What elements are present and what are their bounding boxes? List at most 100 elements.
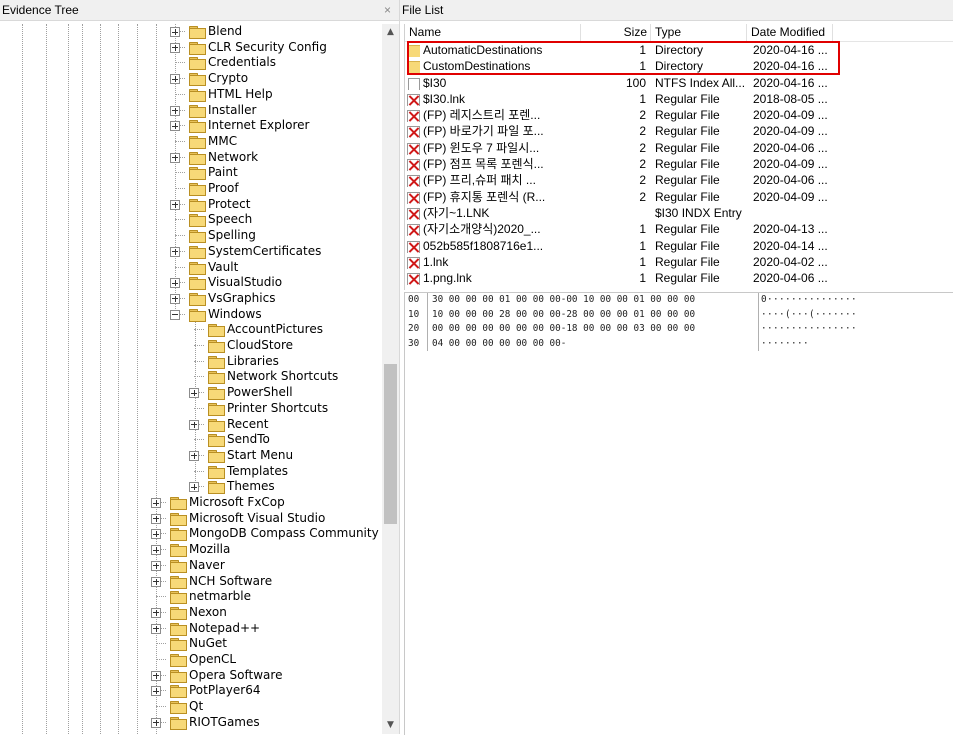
tree-node[interactable]: CLR Security Config	[0, 40, 380, 56]
expand-icon[interactable]	[151, 670, 161, 681]
expand-icon[interactable]	[189, 419, 199, 430]
file-row[interactable]: AutomaticDestinations 1 Directory 2020-04-1…	[405, 42, 953, 58]
tree-node[interactable]: Opera Software	[0, 668, 380, 684]
tree-node[interactable]: Themes	[0, 479, 380, 495]
expand-icon[interactable]	[151, 560, 161, 571]
expand-icon[interactable]	[170, 42, 180, 53]
file-row[interactable]: CustomDestinations 1 Directory 2020-04-16 .…	[405, 58, 953, 74]
file-row[interactable]: (FP) 레지스트리 포렌... 2 Regular File 2020-04-09 …	[405, 107, 953, 123]
file-row[interactable]: $I30.lnk 1 Regular File 2018-08-05 ...	[405, 91, 953, 107]
tree-node[interactable]: VisualStudio	[0, 275, 380, 291]
tree-node[interactable]: Qt	[0, 699, 380, 715]
tree-node[interactable]: Libraries	[0, 354, 380, 370]
expand-icon[interactable]	[151, 607, 161, 618]
tree-node[interactable]: CloudStore	[0, 338, 380, 354]
file-type: Regular File	[655, 108, 720, 123]
evidence-tree-pane: Evidence Tree × Blend CLR Security Config…	[0, 0, 400, 734]
tree-node[interactable]: VsGraphics	[0, 291, 380, 307]
tree-node[interactable]: Proof	[0, 181, 380, 197]
expand-icon[interactable]	[189, 450, 199, 461]
expand-icon[interactable]	[170, 121, 180, 132]
tree-node[interactable]: MongoDB Compass Community	[0, 526, 380, 542]
expand-icon[interactable]	[151, 498, 161, 508]
tree-node[interactable]: Network Shortcuts	[0, 369, 380, 385]
tree-node[interactable]: Paint	[0, 165, 380, 181]
tree-node[interactable]: NuGet	[0, 636, 380, 652]
file-row[interactable]: (FP) 윈도우 7 파일시... 2 Regular File 2020-04-06…	[405, 140, 953, 156]
scrollbar-thumb[interactable]	[384, 364, 397, 524]
file-row[interactable]: $I30 100 NTFS Index All... 2020-04-16 ...	[405, 75, 953, 91]
tree-scrollbar[interactable]: ▲ ▼	[382, 24, 399, 734]
tree-node[interactable]: MMC	[0, 134, 380, 150]
expand-icon[interactable]	[151, 545, 161, 556]
expand-icon[interactable]	[170, 293, 180, 304]
tree-node[interactable]: PowerShell	[0, 385, 380, 401]
tree-node[interactable]: PotPlayer64	[0, 683, 380, 699]
tree-node[interactable]: Credentials	[0, 55, 380, 71]
tree-node-label: NCH Software	[189, 573, 273, 588]
expand-icon[interactable]	[151, 576, 161, 587]
expand-icon[interactable]	[170, 278, 180, 289]
tree-node[interactable]: Vault	[0, 260, 380, 276]
file-row[interactable]: (FP) 프리,슈퍼 패치 ... 2 Regular File 2020-04-06…	[405, 172, 953, 188]
tree-node[interactable]: HTML Help	[0, 87, 380, 103]
tree-node[interactable]: RIOTGames	[0, 715, 380, 731]
file-row[interactable]: 052b585f1808716e1... 1 Regular File 2020-04…	[405, 238, 953, 254]
expand-icon[interactable]	[151, 513, 161, 524]
tree-node[interactable]: SystemCertificates	[0, 244, 380, 260]
tree-node[interactable]: Naver	[0, 558, 380, 574]
tree-node[interactable]: Notepad++	[0, 621, 380, 637]
file-row[interactable]: 1.png.lnk 1 Regular File 2020-04-06 ...	[405, 270, 953, 286]
tree-node[interactable]: Internet Explorer	[0, 118, 380, 134]
tree-node[interactable]: Speech	[0, 212, 380, 228]
tree-node[interactable]: Mozilla	[0, 542, 380, 558]
collapse-icon[interactable]	[170, 309, 180, 320]
tree-node[interactable]: Nexon	[0, 605, 380, 621]
expand-icon[interactable]	[170, 74, 180, 85]
file-row[interactable]: (FP) 점프 목록 포렌식... 2 Regular File 2020-04-09…	[405, 156, 953, 172]
tree-node[interactable]: Recent	[0, 417, 380, 433]
tree-node[interactable]: Start Menu	[0, 448, 380, 464]
expand-icon[interactable]	[170, 152, 180, 163]
file-type: Regular File	[655, 124, 720, 139]
tree-node[interactable]: Spelling	[0, 228, 380, 244]
column-header-type[interactable]: Type	[651, 24, 747, 41]
tree-node[interactable]: netmarble	[0, 589, 380, 605]
close-icon[interactable]: ×	[384, 0, 391, 21]
column-header-size[interactable]: Size	[581, 24, 651, 41]
tree-node[interactable]: AccountPictures	[0, 322, 380, 338]
tree-node[interactable]: Installer	[0, 103, 380, 119]
scroll-up-icon[interactable]: ▲	[382, 24, 399, 41]
file-row[interactable]: (FP) 바로가기 파일 포... 2 Regular File 2020-04-09…	[405, 123, 953, 139]
tree-node[interactable]: NCH Software	[0, 574, 380, 590]
file-row[interactable]: (자기소개양식)2020_... 1 Regular File 2020-04-13 …	[405, 221, 953, 237]
expand-icon[interactable]	[151, 717, 161, 728]
expand-icon[interactable]	[189, 388, 199, 399]
expand-icon[interactable]	[170, 199, 180, 210]
tree-node[interactable]: Microsoft Visual Studio	[0, 511, 380, 527]
tree-node[interactable]: Printer Shortcuts	[0, 401, 380, 417]
expand-icon[interactable]	[151, 529, 161, 540]
tree-node[interactable]: Microsoft FxCop	[0, 495, 380, 511]
column-header-date[interactable]: Date Modified	[747, 24, 833, 41]
column-header-name[interactable]: Name	[405, 24, 581, 41]
expand-icon[interactable]	[151, 686, 161, 697]
file-row[interactable]: (FP) 휴지통 포렌식 (R... 2 Regular File 2020-04-0…	[405, 189, 953, 205]
expand-icon[interactable]	[189, 482, 199, 493]
tree-node[interactable]: Protect	[0, 197, 380, 213]
tree-node[interactable]: Network	[0, 150, 380, 166]
tree-node[interactable]: OpenCL	[0, 652, 380, 668]
expand-icon[interactable]	[151, 623, 161, 634]
tree-node[interactable]: Windows	[0, 307, 380, 323]
tree-node[interactable]: SendTo	[0, 432, 380, 448]
expand-icon[interactable]	[170, 105, 180, 116]
evidence-tree[interactable]: Blend CLR Security Config Credentials Crypt…	[0, 24, 382, 734]
expand-icon[interactable]	[170, 27, 180, 37]
scroll-down-icon[interactable]: ▼	[382, 717, 399, 734]
expand-icon[interactable]	[170, 246, 180, 257]
file-row[interactable]: 1.lnk 1 Regular File 2020-04-02 ...	[405, 254, 953, 270]
tree-node[interactable]: Templates	[0, 464, 380, 480]
tree-node[interactable]: Crypto	[0, 71, 380, 87]
file-row[interactable]: (자기~1.LNK $I30 INDX Entry	[405, 205, 953, 221]
tree-node[interactable]: Blend	[0, 24, 380, 40]
